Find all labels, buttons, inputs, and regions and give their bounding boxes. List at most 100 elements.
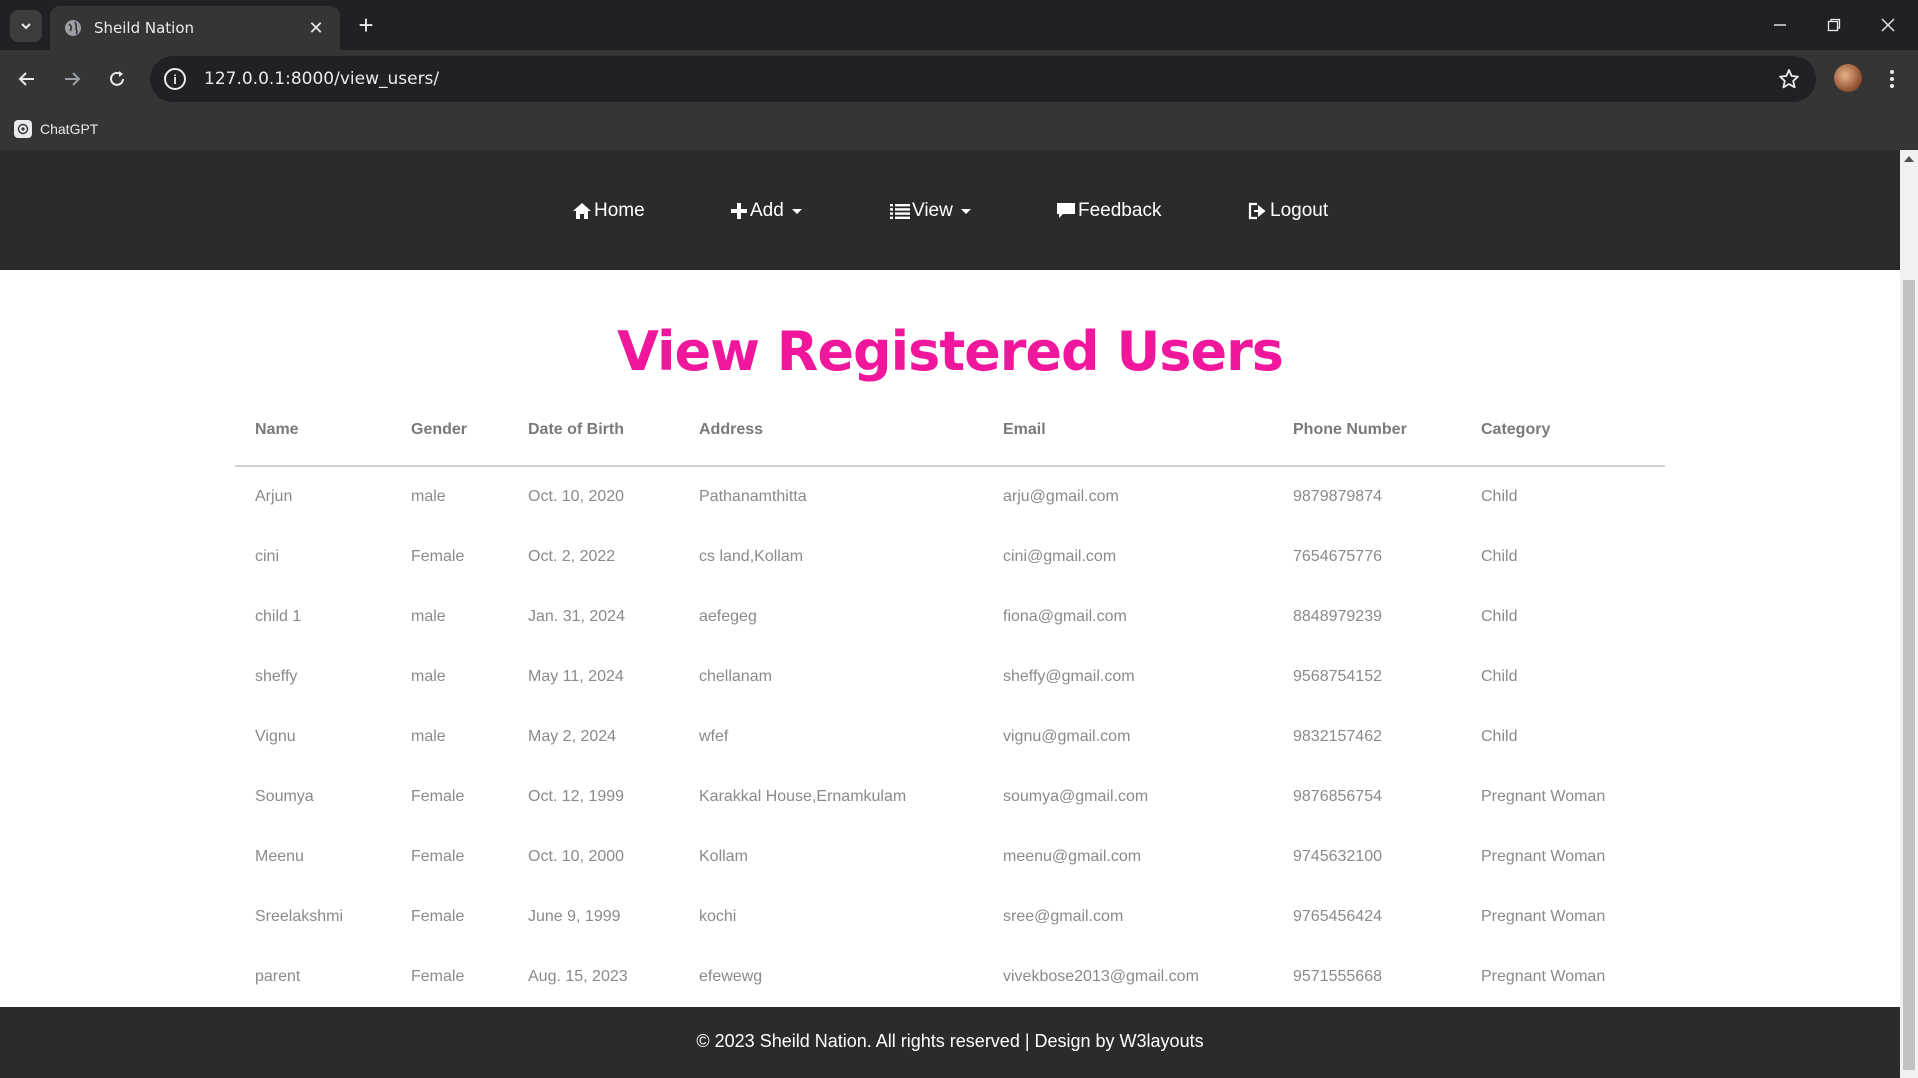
page-scrollbar[interactable]	[1900, 150, 1918, 1078]
column-header-dob: Date of Birth	[528, 421, 624, 438]
page-title: View Registered Users	[617, 320, 1284, 383]
arrow-right-icon	[65, 72, 81, 86]
cell-address: Kollam	[699, 848, 748, 865]
cell-dob: May 2, 2024	[528, 728, 617, 745]
cell-phone: 9879879874	[1293, 488, 1382, 505]
cell-dob: Oct. 2, 2022	[528, 548, 616, 565]
cell-phone: 9832157462	[1293, 728, 1382, 745]
tab-search-button[interactable]	[10, 10, 42, 42]
table-row: Sreelakshmi Female June 9, 1999 kochi sree@g…	[235, 887, 1665, 947]
cell-address: kochi	[699, 908, 737, 925]
address-bar[interactable]: i 127.0.0.1:8000/view_users/	[150, 56, 1816, 102]
close-window-button[interactable]	[1860, 0, 1916, 50]
cell-name: child 1	[255, 608, 302, 625]
scrollbar-thumb[interactable]	[1903, 280, 1915, 1070]
cell-gender: Female	[411, 968, 465, 985]
cell-email: sheffy@gmail.com	[1003, 668, 1135, 685]
browser-menu-button[interactable]	[1880, 62, 1904, 96]
cell-address: Pathanamthitta	[699, 488, 807, 505]
table-row: Arjun male Oct. 10, 2020 Pathanamthitta arju…	[235, 467, 1665, 527]
nav-logout[interactable]: Logout	[1248, 198, 1328, 224]
cell-address: aefegeg	[699, 608, 757, 625]
globe-icon	[65, 20, 81, 36]
nav-home-label: Home	[594, 200, 645, 221]
cell-category: Pregnant Woman	[1481, 968, 1606, 985]
table-row: sheffy male May 11, 2024 chellanam sheffy@gm…	[235, 647, 1665, 707]
cell-address: wfef	[699, 728, 729, 745]
cell-name: parent	[255, 968, 301, 985]
cell-gender: male	[411, 668, 446, 685]
restore-button[interactable]	[1806, 0, 1862, 50]
cell-dob: Aug. 15, 2023	[528, 968, 628, 985]
profile-avatar[interactable]	[1834, 64, 1862, 92]
cell-category: Pregnant Woman	[1481, 908, 1606, 925]
cell-email: cini@gmail.com	[1003, 548, 1117, 565]
bookmark-star-icon[interactable]	[1774, 64, 1804, 94]
table-row: parent Female Aug. 15, 2023 efewewg vivekbos…	[235, 947, 1665, 1007]
cell-phone: 9745632100	[1293, 848, 1382, 865]
cell-name: Soumya	[255, 788, 314, 805]
cell-email: vivekbose2013@gmail.com	[1003, 968, 1199, 985]
close-tab-icon[interactable]: ✕	[306, 18, 326, 38]
nav-logout-label: Logout	[1270, 200, 1329, 221]
nav-add-dropdown[interactable]: Add	[730, 198, 802, 224]
cell-address: cs land,Kollam	[699, 548, 804, 565]
bookmark-chatgpt[interactable]: ChatGPT	[14, 116, 98, 142]
close-icon	[1881, 18, 1895, 32]
browser-toolbar: i 127.0.0.1:8000/view_users/	[0, 50, 1918, 108]
page-viewport: Home Add View Feedback Logout View Regis	[0, 150, 1900, 1078]
cell-phone: 9765456424	[1293, 908, 1382, 925]
cell-email: vignu@gmail.com	[1003, 728, 1131, 745]
cell-category: Pregnant Woman	[1481, 788, 1606, 805]
cell-gender: Female	[411, 788, 465, 805]
chevron-down-icon	[21, 23, 31, 30]
tab-title: Sheild Nation	[94, 19, 195, 37]
site-info-icon[interactable]: i	[164, 68, 186, 90]
cell-gender: Female	[411, 908, 465, 925]
nav-view-label: View	[912, 200, 953, 221]
table-row: Meenu Female Oct. 10, 2000 Kollam meenu@gmai…	[235, 827, 1665, 887]
browser-tab[interactable]: Sheild Nation ✕	[50, 6, 340, 50]
back-button[interactable]	[10, 62, 44, 96]
cell-name: Vignu	[255, 728, 296, 745]
cell-address: Karakkal House,Ernamkulam	[699, 788, 907, 805]
cell-category: Pregnant Woman	[1481, 848, 1606, 865]
cell-name: Arjun	[255, 488, 293, 505]
table-header: Name Gender Date of Birth Address Email Phone…	[235, 395, 1665, 467]
minimize-icon	[1774, 24, 1786, 26]
bookmarks-bar: ChatGPT	[0, 108, 1918, 150]
cell-dob: Oct. 10, 2000	[528, 848, 625, 865]
forward-button[interactable]	[55, 62, 89, 96]
reload-button[interactable]	[100, 62, 134, 96]
cell-email: soumya@gmail.com	[1003, 788, 1149, 805]
cell-address: efewewg	[699, 968, 763, 985]
column-header-name: Name	[255, 421, 299, 438]
restore-icon	[1827, 18, 1841, 32]
cell-gender: Female	[411, 848, 465, 865]
cell-dob: Jan. 31, 2024	[528, 608, 625, 625]
new-tab-button[interactable]: +	[352, 12, 380, 40]
cell-category: Child	[1481, 668, 1518, 685]
nav-home[interactable]: Home	[572, 198, 645, 224]
nav-feedback[interactable]: Feedback	[1056, 198, 1161, 224]
url-text[interactable]: 127.0.0.1:8000/view_users/	[204, 69, 1774, 89]
home-icon	[573, 203, 591, 219]
cell-dob: Oct. 12, 1999	[528, 788, 625, 805]
cell-category: Child	[1481, 548, 1518, 565]
caret-down-icon	[960, 208, 971, 214]
cell-phone: 7654675776	[1293, 548, 1382, 565]
table-row: child 1 male Jan. 31, 2024 aefegeg fiona@gma…	[235, 587, 1665, 647]
cell-phone: 8848979239	[1293, 608, 1382, 625]
nav-view-dropdown[interactable]: View	[890, 198, 971, 224]
plus-icon	[731, 203, 747, 219]
scroll-up-arrow-icon[interactable]	[1904, 156, 1914, 162]
cell-dob: Oct. 10, 2020	[528, 488, 625, 505]
site-navbar: Home Add View Feedback Logout	[0, 150, 1900, 270]
bookmark-label: ChatGPT	[40, 121, 99, 137]
cell-dob: June 9, 1999	[528, 908, 621, 925]
minimize-button[interactable]	[1752, 0, 1808, 50]
nav-feedback-label: Feedback	[1078, 200, 1162, 221]
cell-name: Meenu	[255, 848, 304, 865]
table-row: Soumya Female Oct. 12, 1999 Karakkal House,…	[235, 767, 1665, 827]
list-icon	[890, 204, 910, 219]
